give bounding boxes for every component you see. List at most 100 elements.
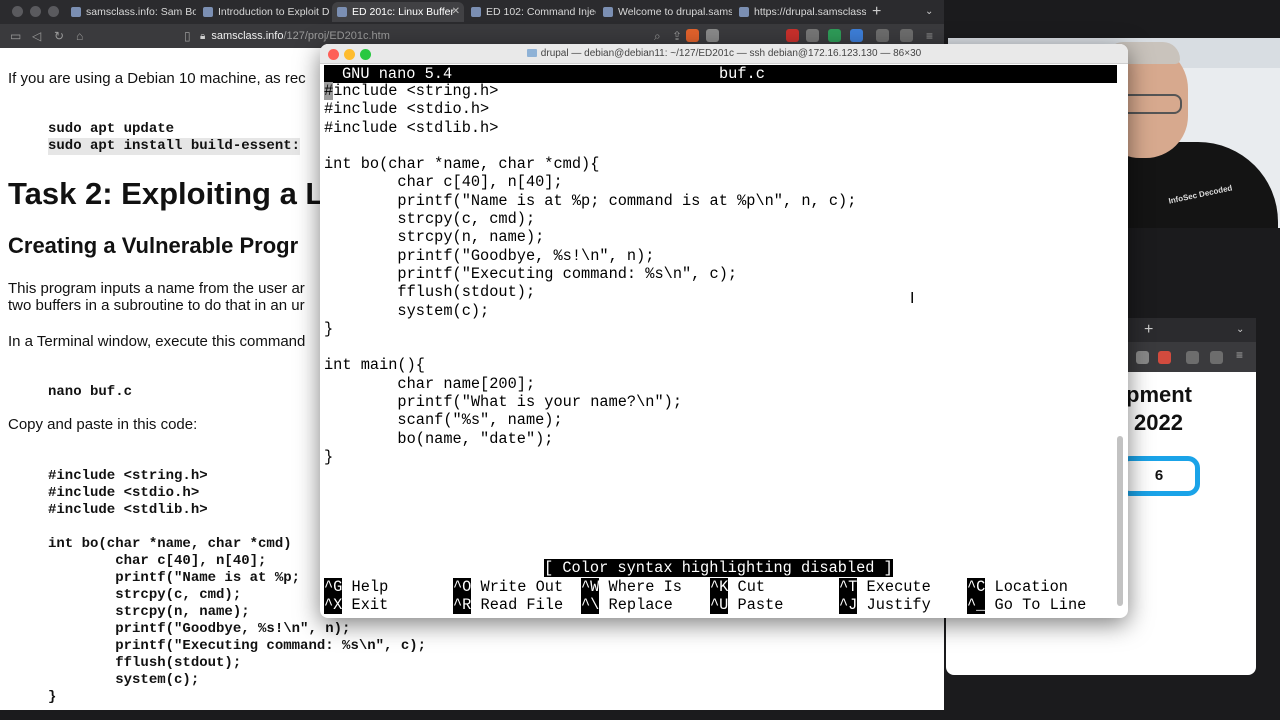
code-line: fflush(stdout); — [48, 655, 242, 671]
nano-shortcut: ^C Location — [967, 578, 1068, 596]
favicon-icon — [603, 7, 613, 17]
editor-line: system(c); — [324, 301, 490, 320]
nano-shortcut: ^_ Go To Line — [967, 596, 1086, 614]
task-heading: Task 2: Exploiting a L — [8, 176, 325, 211]
nano-status-message: [ Color syntax highlighting disabled ] — [544, 559, 893, 577]
shortcut-label: Execute — [857, 578, 931, 596]
browser-tab[interactable]: samsclass.info: Sam Bown — [66, 2, 196, 22]
editor-line: char c[40], n[40]; — [324, 173, 563, 192]
address-bar[interactable]: 🔒︎ samsclass.info/127/proj/ED201c.htm — [200, 27, 670, 45]
section-heading: Creating a Vulnerable Progr — [8, 233, 299, 258]
bookmark-icon[interactable]: ▯ — [184, 27, 191, 45]
browser-tab-active[interactable]: ED 201c: Linux Buffer ✕ — [332, 2, 464, 22]
browser-tab[interactable]: Introduction to Exploit Dev — [198, 2, 330, 22]
page-heading: pment — [1126, 382, 1192, 407]
wallet-icon[interactable] — [1210, 351, 1223, 364]
puzzle-icon[interactable] — [1186, 351, 1199, 364]
nano-shortcut-row: ^G Help ^O Write Out ^W Where Is ^K Cut ^T E… — [324, 578, 1124, 596]
sidebar-icon[interactable]: ▭ — [10, 27, 21, 45]
nano-filename: buf.c — [719, 65, 765, 83]
browser-tab[interactable]: ED 102: Command Injecti — [466, 2, 596, 22]
url-host: samsclass.info — [211, 30, 284, 42]
code-line: printf("Executing command: %s\n", c); — [48, 638, 427, 654]
ibeam-cursor-icon: I — [910, 290, 915, 307]
share-icon[interactable]: ⇪ — [672, 27, 682, 45]
desktop: samsclass.info: Sam Bown Introduction to… — [0, 0, 1280, 720]
new-tab-button[interactable]: + — [872, 2, 881, 22]
tab-list-chevron-icon[interactable]: ⌄ — [925, 2, 933, 22]
reload-icon[interactable]: ↻ — [54, 27, 64, 45]
shortcut-label: Go To Line — [985, 596, 1087, 614]
back-icon[interactable]: ◁ — [32, 27, 41, 45]
new-tab-button[interactable]: + — [1144, 320, 1153, 340]
rewards-icon[interactable] — [1136, 351, 1149, 364]
editor-line: strcpy(n, name); — [324, 228, 545, 247]
puzzle-icon[interactable] — [876, 29, 889, 42]
editor-line: } — [324, 319, 334, 338]
shortcut-key: ^T — [839, 578, 858, 596]
nano-shortcut: ^T Execute — [839, 578, 931, 596]
url-path: /127/proj/ED201c.htm — [283, 30, 390, 42]
editor-line: bo(name, "date"); — [324, 429, 554, 448]
editor-line: fflush(stdout); — [324, 283, 536, 302]
home-icon[interactable]: ⌂ — [76, 27, 83, 45]
nano-editor-buffer[interactable]: #include <string.h> #include <stdio.h> #in… — [324, 82, 856, 466]
shortcut-key: ^O — [453, 578, 472, 596]
command-line: nano buf.c — [48, 384, 133, 400]
close-window-button[interactable] — [12, 6, 23, 17]
editor-line: int main(){ — [324, 356, 425, 375]
tab-label: Introduction to Exploit Dev — [218, 6, 330, 18]
wallet-icon[interactable] — [900, 29, 913, 42]
editor-line: #include <stdlib.h> — [324, 118, 499, 137]
badge-button[interactable]: 6 — [1118, 456, 1200, 496]
shortcut-label: Read File — [471, 596, 564, 614]
shortcut-key: ^U — [710, 596, 729, 614]
favicon-icon — [471, 7, 481, 17]
text-cursor: # — [324, 82, 334, 100]
editor-line: scanf("%s", name); — [324, 411, 563, 430]
menu-icon[interactable]: ≡ — [1236, 348, 1243, 362]
terminal-scrollbar[interactable] — [1117, 436, 1123, 606]
browser-tab[interactable]: Welcome to drupal.samscl — [598, 2, 732, 22]
terminal-window: drupal — debian@debian11: ~/127/ED201c —… — [320, 44, 1128, 618]
nano-shortcut: ^J Justify — [839, 596, 931, 614]
tab-label: Welcome to drupal.samscl — [618, 6, 732, 18]
extension-icon[interactable] — [850, 29, 863, 42]
zoom-search-icon[interactable]: ⌕ — [654, 27, 661, 45]
extension-icon[interactable] — [828, 29, 841, 42]
brave-alert-icon[interactable] — [1158, 351, 1171, 364]
extension-icon[interactable] — [806, 29, 819, 42]
editor-line: int bo(char *name, char *cmd){ — [324, 155, 600, 174]
shortcut-label: Paste — [728, 596, 784, 614]
browser-tab-bar: samsclass.info: Sam Bown Introduction to… — [0, 0, 944, 24]
extension-icon[interactable] — [786, 29, 799, 42]
browser-tab[interactable]: https://drupal.samsclass.i — [734, 2, 866, 22]
zoom-window-button[interactable] — [48, 6, 59, 17]
nano-shortcut: ^R Read File — [453, 596, 563, 614]
paragraph: In a Terminal window, execute this comma… — [8, 333, 306, 350]
nano-shortcut: ^G Help — [324, 578, 388, 596]
command-line-selected: sudo apt install build-essent: — [48, 138, 301, 155]
brave-shield-icon[interactable] — [686, 29, 699, 42]
paragraph: Copy and paste in this code: — [8, 416, 198, 433]
tab-list-chevron-icon[interactable]: ⌄ — [1236, 320, 1244, 340]
menu-icon[interactable]: ≡ — [926, 27, 933, 45]
nano-shortcut: ^W Where Is — [581, 578, 682, 596]
editor-line: printf("Goodbye, %s!\n", n); — [324, 246, 655, 265]
rewards-icon[interactable] — [706, 29, 719, 42]
shortcut-label: Exit — [342, 596, 389, 614]
nano-shortcut-row: ^X Exit ^R Read File ^\ Replace ^U Paste ^J … — [324, 596, 1124, 614]
shortcut-label: Location — [985, 578, 1068, 596]
favicon-icon — [337, 7, 347, 17]
close-tab-icon[interactable]: ✕ — [452, 2, 460, 22]
nano-version: GNU nano 5.4 — [342, 65, 453, 83]
minimize-window-button[interactable] — [30, 6, 41, 17]
terminal-title: drupal — debian@debian11: ~/127/ED201c —… — [320, 44, 1128, 64]
shortcut-key: ^J — [839, 596, 858, 614]
editor-line: char name[200]; — [324, 374, 536, 393]
editor-line: #include <string.h> — [324, 82, 499, 100]
tab-label: ED 201c: Linux Buffer — [352, 6, 454, 18]
editor-line: #include <stdio.h> — [324, 100, 490, 119]
